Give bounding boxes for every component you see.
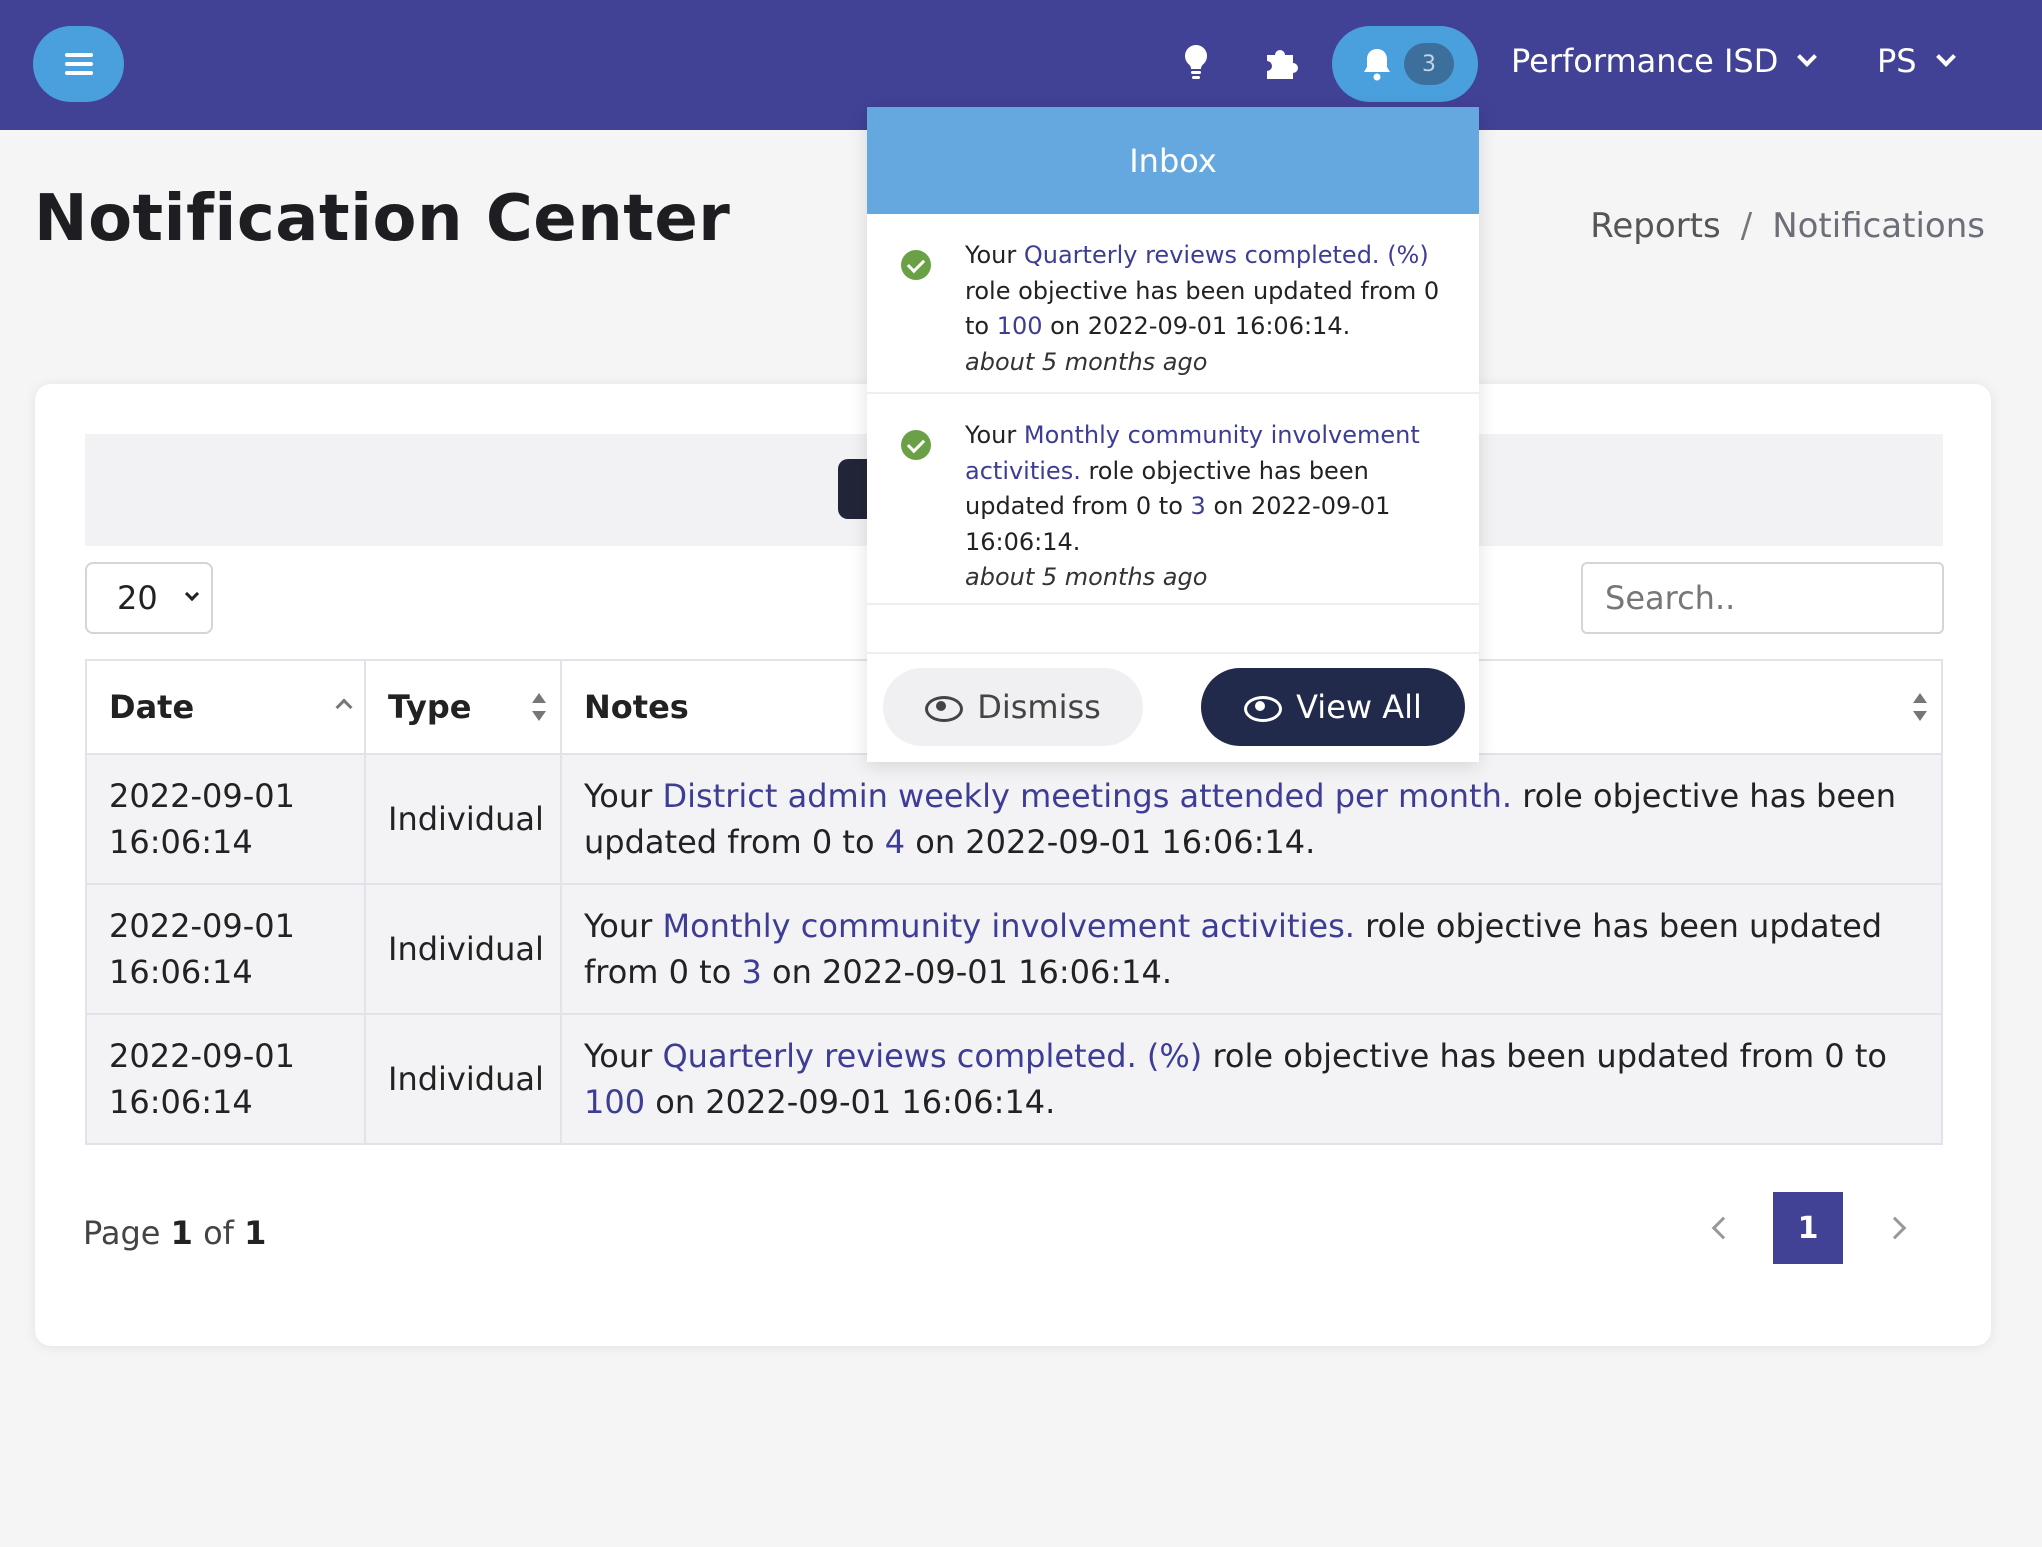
objective-value: 3 — [741, 953, 762, 991]
check-circle-icon — [901, 430, 931, 460]
user-dropdown[interactable]: PS — [1877, 36, 1956, 86]
date-text: 2022-09-01 — [109, 777, 295, 815]
notes-text: role objective has been updated from 0 t… — [1202, 1037, 1887, 1075]
objective-value: 100 — [584, 1083, 646, 1121]
lightbulb-icon[interactable] — [1176, 40, 1216, 84]
page-size-value: 20 — [117, 579, 158, 617]
page-info-text: of — [192, 1214, 245, 1252]
objective-link[interactable]: Monthly community involvement activities… — [662, 907, 1354, 945]
date-text: 2022-09-01 — [109, 1037, 295, 1075]
eye-icon — [1244, 696, 1283, 722]
column-label: Notes — [584, 688, 689, 726]
puzzle-icon[interactable] — [1262, 40, 1302, 84]
notes-text: Your — [584, 907, 663, 945]
inbox-footer: Dismiss View All — [867, 652, 1479, 762]
org-label: Performance ISD — [1511, 42, 1779, 80]
column-header-date[interactable]: Date — [85, 659, 366, 755]
notes-text: Your — [584, 1037, 663, 1075]
dismiss-button[interactable]: Dismiss — [883, 668, 1143, 746]
user-initials: PS — [1877, 42, 1917, 80]
inbox-dropdown: Inbox Your Quarterly reviews completed. … — [867, 107, 1479, 762]
bell-icon — [1364, 49, 1390, 81]
type-cell: Individual — [364, 883, 562, 1015]
chevron-down-icon — [184, 586, 200, 602]
column-label: Date — [109, 688, 195, 726]
view-all-button[interactable]: View All — [1201, 668, 1465, 746]
date-cell: 2022-09-01 16:06:14 — [85, 1013, 366, 1145]
total-pages-number: 1 — [244, 1214, 267, 1252]
dismiss-label: Dismiss — [977, 688, 1101, 726]
check-circle-icon — [901, 250, 931, 280]
date-cell: 2022-09-01 16:06:14 — [85, 883, 366, 1015]
page-title: Notification Center — [34, 182, 731, 256]
notes-text: on 2022-09-01 16:06:14. — [761, 953, 1173, 991]
chevron-down-icon — [1797, 47, 1818, 67]
objective-link[interactable]: District admin weekly meetings attended … — [662, 777, 1512, 815]
menu-toggle-button[interactable] — [33, 26, 124, 102]
notes-cell: Your Monthly community involvement activ… — [560, 883, 1943, 1015]
inbox-title: Inbox — [867, 107, 1479, 214]
message-text: Your — [965, 421, 1024, 449]
breadcrumb-separator: / — [1740, 206, 1753, 246]
notes-cell: Your Quarterly reviews completed. (%) ro… — [560, 1013, 1943, 1145]
objective-value: 100 — [996, 312, 1043, 340]
current-page-number: 1 — [170, 1214, 193, 1252]
inbox-item[interactable]: Your Quarterly reviews completed. (%) ro… — [867, 214, 1479, 394]
notifications-button[interactable]: 3 — [1332, 26, 1478, 102]
inbox-item[interactable]: Your Monthly community involvement activ… — [867, 394, 1479, 605]
sort-icon — [532, 693, 546, 721]
objective-link[interactable]: Quarterly reviews completed. (%) — [662, 1037, 1202, 1075]
table-row: 2022-09-01 16:06:14 Individual Your Month… — [85, 883, 1943, 1015]
notification-count-badge: 3 — [1404, 43, 1454, 85]
sort-ascending-icon — [335, 698, 353, 716]
search-input[interactable] — [1581, 562, 1944, 634]
inbox-item-time: about 5 months ago — [965, 347, 1208, 376]
eye-icon — [925, 696, 964, 722]
time-text: 16:06:14 — [109, 953, 253, 991]
notes-text: Your — [584, 777, 663, 815]
time-text: 16:06:14 — [109, 823, 253, 861]
objective-link[interactable]: Quarterly reviews completed. (%) — [1024, 241, 1429, 269]
breadcrumb-current: Notifications — [1772, 206, 1985, 246]
inbox-item-time: about 5 months ago — [965, 563, 1208, 591]
page-size-select[interactable]: 20 — [85, 562, 213, 634]
page-info: Page 1 of 1 — [83, 1214, 266, 1252]
org-dropdown[interactable]: Performance ISD — [1511, 36, 1818, 86]
date-cell: 2022-09-01 16:06:14 — [85, 753, 366, 885]
inbox-item-message: Your Quarterly reviews completed. (%) ro… — [965, 238, 1449, 345]
breadcrumb: Reports / Notifications — [1590, 206, 1985, 246]
type-cell: Individual — [364, 1013, 562, 1145]
previous-page-icon[interactable] — [1711, 1216, 1735, 1240]
column-header-type[interactable]: Type — [364, 659, 562, 755]
view-all-label: View All — [1296, 688, 1422, 726]
chevron-down-icon — [1935, 47, 1956, 67]
hamburger-icon — [64, 53, 93, 75]
type-cell: Individual — [364, 753, 562, 885]
date-text: 2022-09-01 — [109, 907, 295, 945]
table-row: 2022-09-01 16:06:14 Individual Your Distr… — [85, 753, 1943, 885]
sort-icon — [1913, 693, 1927, 721]
notes-text: on 2022-09-01 16:06:14. — [905, 823, 1316, 861]
column-label: Type — [388, 688, 472, 726]
next-page-icon[interactable] — [1883, 1216, 1907, 1240]
message-text: Your — [965, 241, 1024, 269]
breadcrumb-reports-link[interactable]: Reports — [1590, 206, 1720, 246]
page-1-button[interactable]: 1 — [1773, 1192, 1843, 1264]
inbox-item-message: Your Monthly community involvement activ… — [965, 418, 1449, 560]
notes-cell: Your District admin weekly meetings atte… — [560, 753, 1943, 885]
time-text: 16:06:14 — [109, 1083, 253, 1121]
notes-text: on 2022-09-01 16:06:14. — [645, 1083, 1056, 1121]
objective-value: 3 — [1190, 492, 1206, 520]
page-info-text: Page — [83, 1214, 171, 1252]
objective-value: 4 — [884, 823, 906, 861]
table-row: 2022-09-01 16:06:14 Individual Your Quart… — [85, 1013, 1943, 1145]
message-text: on 2022-09-01 16:06:14. — [1042, 312, 1351, 340]
